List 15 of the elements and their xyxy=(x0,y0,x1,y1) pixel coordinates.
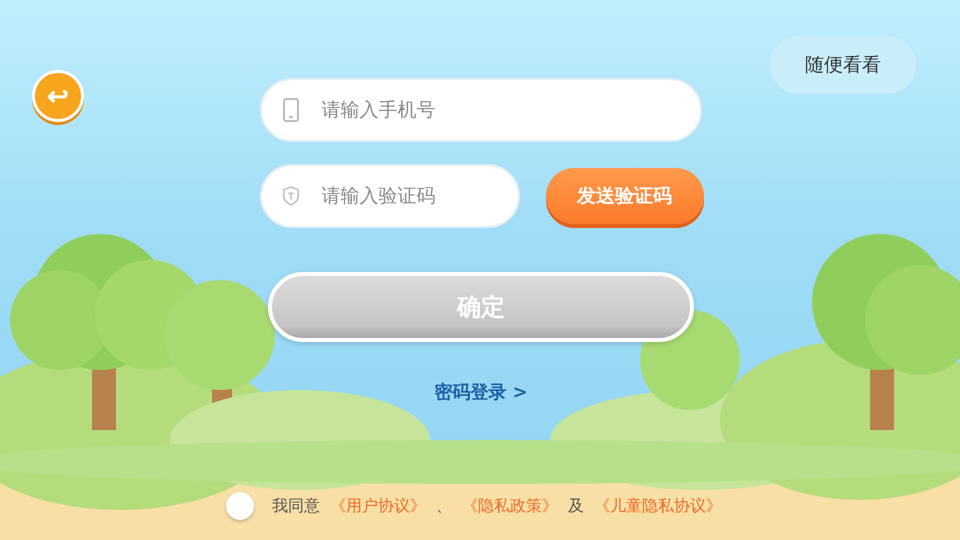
agreement-text: 、 xyxy=(436,496,452,516)
agreement-text: 我同意 xyxy=(272,496,320,516)
shield-icon xyxy=(282,186,300,206)
agreement-text: 及 xyxy=(568,496,584,516)
phone-icon xyxy=(282,98,298,122)
send-code-button[interactable]: 发送验证码 xyxy=(546,168,704,224)
code-field[interactable]: 请输入验证码 xyxy=(260,164,520,228)
back-button[interactable]: ↩ xyxy=(32,70,84,122)
phone-field[interactable]: 请输入手机号 xyxy=(260,78,702,142)
agreement-link[interactable]: 《儿童隐私协议》 xyxy=(594,496,722,516)
browse-button[interactable]: 随便看看 xyxy=(770,36,916,94)
password-login-link[interactable]: 密码登录 > xyxy=(434,380,528,404)
back-arrow-icon: ↩ xyxy=(47,83,69,109)
agreement-link[interactable]: 《用户协议》 xyxy=(330,496,426,516)
agreement-link[interactable]: 《隐私政策》 xyxy=(462,496,558,516)
